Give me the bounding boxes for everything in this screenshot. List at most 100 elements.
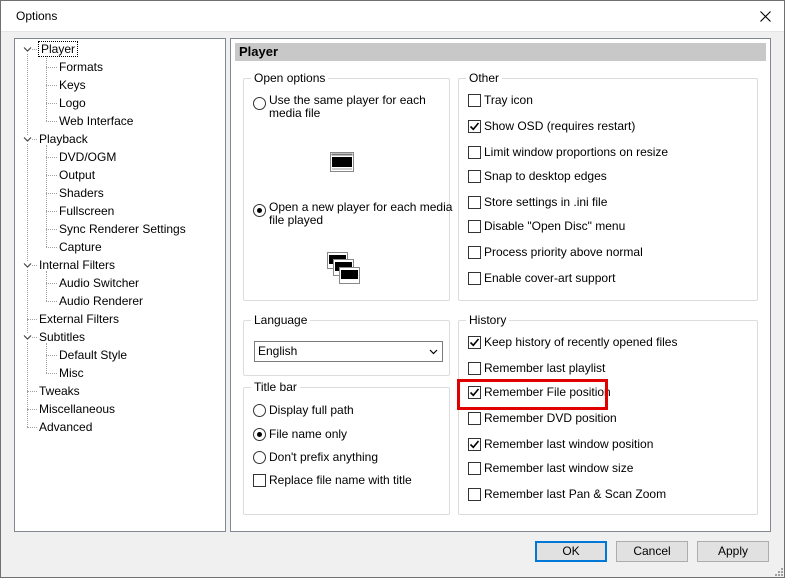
chevron-down-icon[interactable] <box>23 261 32 270</box>
tree-item[interactable]: Audio Switcher <box>59 275 139 291</box>
tree-item-label: Formats <box>59 60 104 74</box>
multi-window-icon <box>327 252 360 284</box>
checkbox-label: Keep history of recently opened files <box>484 335 678 349</box>
checkbox[interactable] <box>468 196 481 209</box>
tree-item[interactable]: Sync Renderer Settings <box>59 221 186 237</box>
checkbox[interactable] <box>468 170 481 183</box>
tree-line <box>27 409 37 410</box>
tree-item[interactable]: Misc <box>59 365 84 381</box>
checkbox-label: Snap to desktop edges <box>484 169 607 183</box>
tree-line <box>46 355 57 356</box>
tree-item[interactable]: Miscellaneous <box>39 401 115 417</box>
tree-item-label: Shaders <box>59 186 104 200</box>
title-bar-group: Title bar Display full path File name onl… <box>243 380 450 515</box>
tree-item[interactable]: DVD/OGM <box>59 149 116 165</box>
tree-item[interactable]: Internal Filters <box>39 257 115 273</box>
tree-item-label: Playback <box>39 132 88 146</box>
tree-item-label: DVD/OGM <box>59 150 117 164</box>
tree-item[interactable]: Web Interface <box>59 113 133 129</box>
tree-item-label: Audio Renderer <box>59 294 144 308</box>
checkbox-label: Replace file name with title <box>269 473 412 487</box>
radio-label: File name only <box>269 427 348 441</box>
tree-item[interactable]: Logo <box>59 95 86 111</box>
tree-line <box>46 229 57 230</box>
close-button[interactable] <box>745 0 785 32</box>
tree-item[interactable]: Default Style <box>59 347 127 363</box>
checkbox[interactable] <box>468 146 481 159</box>
checkbox[interactable] <box>468 220 481 233</box>
chevron-down-icon[interactable] <box>23 333 32 342</box>
checkbox[interactable] <box>468 120 481 133</box>
tree-item-label: Internal Filters <box>39 258 116 272</box>
tree-item[interactable]: Fullscreen <box>59 203 114 219</box>
tree-item-label: Output <box>59 168 96 182</box>
resize-grip-icon[interactable] <box>773 566 783 576</box>
chevron-down-icon[interactable] <box>23 135 32 144</box>
tree-item[interactable]: Advanced <box>39 419 92 435</box>
chevron-down-icon <box>429 349 438 355</box>
tree-item[interactable]: Player <box>37 41 79 57</box>
tree-line <box>46 211 57 212</box>
same-player-radio[interactable]: Use the same player for each media file <box>253 94 448 120</box>
tree-item[interactable]: Tweaks <box>39 383 80 399</box>
tree-item-label: Fullscreen <box>59 204 115 218</box>
close-icon <box>759 10 771 22</box>
language-select[interactable]: English <box>254 341 443 362</box>
tree-item-label: Miscellaneous <box>39 402 116 416</box>
checkbox[interactable] <box>468 438 481 451</box>
checkbox[interactable] <box>468 462 481 475</box>
tree-line <box>46 67 57 68</box>
radio-button[interactable] <box>253 451 266 464</box>
tree-item[interactable]: Capture <box>59 239 102 255</box>
language-title: Language <box>251 313 311 327</box>
tree-line <box>27 391 37 392</box>
radio-button[interactable] <box>253 204 266 217</box>
radio-dot <box>257 432 262 437</box>
other-title: Other <box>466 71 503 85</box>
tree-item-label: Tweaks <box>39 384 80 398</box>
checkbox-label: Remember File position <box>484 385 611 399</box>
tree-line <box>46 373 57 374</box>
radio-label: Don't prefix anything <box>269 450 379 464</box>
tree-item[interactable]: Playback <box>39 131 88 147</box>
history-group: History Keep history of recently opened … <box>458 313 758 515</box>
open-options-group: Open options Use the same player for eac… <box>243 71 452 301</box>
same-player-label: Use the same player for each media file <box>269 93 426 120</box>
tree-item[interactable]: Output <box>59 167 95 183</box>
checkmark-icon <box>469 122 480 131</box>
checkbox[interactable] <box>468 412 481 425</box>
title-bar: Options <box>0 0 785 32</box>
chevron-down-icon[interactable] <box>23 45 32 54</box>
checkbox[interactable] <box>253 474 266 487</box>
other-group: Other Tray icon Show OSD (requires restar… <box>458 71 758 301</box>
tree-item[interactable]: Formats <box>59 59 103 75</box>
tree-line <box>46 85 57 86</box>
tree-item[interactable]: External Filters <box>39 311 119 327</box>
tree-item-label: Logo <box>59 96 86 110</box>
tree-item[interactable]: Shaders <box>59 185 104 201</box>
checkbox[interactable] <box>468 386 481 399</box>
radio-button[interactable] <box>253 404 266 417</box>
checkbox[interactable] <box>468 336 481 349</box>
options-tree[interactable]: Player Formats Keys Logo Web Interface Playba… <box>14 38 226 532</box>
checkbox-label: Remember last Pan & Scan Zoom <box>484 487 667 501</box>
checkmark-icon <box>469 440 480 449</box>
cancel-button[interactable]: Cancel <box>616 541 688 562</box>
checkbox[interactable] <box>468 362 481 375</box>
checkbox[interactable] <box>468 272 481 285</box>
new-player-radio[interactable]: Open a new player for each media file pl… <box>253 201 452 227</box>
tree-item[interactable]: Audio Renderer <box>59 293 143 309</box>
radio-button[interactable] <box>253 428 266 441</box>
tree-item[interactable]: Subtitles <box>39 329 85 345</box>
checkbox[interactable] <box>468 488 481 501</box>
checkbox-label: Limit window proportions on resize <box>484 145 669 159</box>
ok-button[interactable]: OK <box>535 541 607 562</box>
tree-item-label: Subtitles <box>39 330 86 344</box>
radio-button[interactable] <box>253 97 266 110</box>
apply-button[interactable]: Apply <box>697 541 769 562</box>
tree-line <box>27 319 37 320</box>
tree-item[interactable]: Keys <box>59 77 86 93</box>
checkbox[interactable] <box>468 246 481 259</box>
checkbox[interactable] <box>468 94 481 107</box>
tree-line <box>46 193 57 194</box>
